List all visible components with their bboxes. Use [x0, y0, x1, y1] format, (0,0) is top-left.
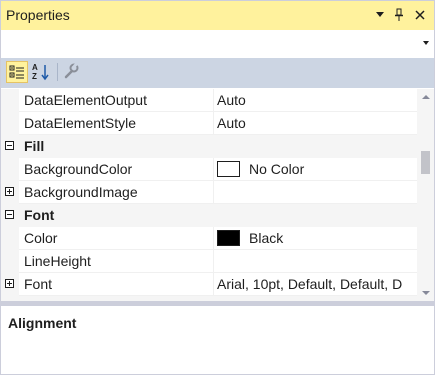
- properties-window: Properties A Z DataElementOutput Auto Da…: [0, 0, 435, 375]
- category-row-fill[interactable]: Fill: [1, 135, 417, 158]
- row-gutter: [1, 89, 19, 112]
- collapse-icon[interactable]: [5, 141, 14, 150]
- column-divider: [213, 250, 214, 273]
- row-gutter: [1, 158, 19, 181]
- svg-text:A: A: [32, 63, 38, 72]
- property-grid: DataElementOutput Auto DataElementStyle Aut…: [1, 89, 417, 301]
- property-name: LineHeight: [24, 253, 91, 269]
- row-gutter: [1, 112, 19, 135]
- categorized-icon: [9, 65, 24, 79]
- property-name: Font: [24, 276, 53, 292]
- column-divider: [213, 181, 214, 204]
- property-row-font[interactable]: Font Arial, 10pt, Default, Default, D: [1, 273, 417, 296]
- column-divider: [213, 227, 214, 250]
- wrench-icon: [64, 62, 79, 79]
- property-value[interactable]: Auto: [217, 112, 246, 134]
- column-divider: [213, 89, 214, 112]
- scroll-up-arrow-icon[interactable]: [422, 95, 430, 99]
- description-pane: Alignment: [1, 306, 434, 374]
- properties-toolbar: A Z: [1, 58, 434, 88]
- color-swatch: [217, 161, 240, 177]
- toolbar-separator: [57, 63, 58, 81]
- row-gutter: [1, 250, 19, 273]
- svg-text:Z: Z: [32, 72, 37, 81]
- expand-icon[interactable]: [5, 187, 14, 196]
- property-name: Color: [24, 230, 58, 246]
- object-selector-dropdown[interactable]: [1, 30, 434, 58]
- alphabetical-icon: A Z: [32, 63, 49, 81]
- close-icon: [415, 10, 425, 20]
- property-row-backgroundcolor[interactable]: BackgroundColor No Color: [1, 158, 417, 181]
- category-row-font[interactable]: Font: [1, 204, 417, 227]
- property-name: DataElementStyle: [24, 115, 137, 131]
- expand-icon[interactable]: [5, 279, 14, 288]
- chevron-down-icon: [376, 12, 384, 17]
- description-title: Alignment: [8, 315, 77, 331]
- property-pages-button[interactable]: [61, 61, 83, 83]
- property-value[interactable]: No Color: [249, 158, 304, 180]
- property-row-color[interactable]: Color Black: [1, 227, 417, 250]
- property-row-lineheight[interactable]: LineHeight: [1, 250, 417, 273]
- property-row-dataelementoutput[interactable]: DataElementOutput Auto: [1, 89, 417, 112]
- close-button[interactable]: [411, 5, 429, 25]
- scrollbar-thumb[interactable]: [421, 151, 430, 174]
- property-row-dataelementstyle[interactable]: DataElementStyle Auto: [1, 112, 417, 135]
- vertical-scrollbar[interactable]: [417, 89, 434, 301]
- title-bar[interactable]: Properties: [1, 1, 434, 30]
- color-swatch: [217, 230, 240, 246]
- collapse-icon[interactable]: [5, 210, 14, 219]
- property-name: DataElementOutput: [24, 92, 147, 108]
- window-title: Properties: [6, 7, 70, 23]
- scroll-down-arrow-icon[interactable]: [422, 291, 430, 295]
- category-label: Fill: [24, 138, 45, 154]
- window-position-dropdown-button[interactable]: [371, 5, 389, 25]
- pin-button[interactable]: [390, 5, 408, 25]
- chevron-down-icon: [423, 41, 429, 45]
- property-value[interactable]: Arial, 10pt, Default, Default, D: [217, 273, 402, 295]
- row-gutter: [1, 227, 19, 250]
- property-name: BackgroundColor: [24, 161, 133, 177]
- pin-icon: [395, 8, 403, 21]
- property-value[interactable]: Auto: [217, 89, 246, 111]
- property-row-backgroundimage[interactable]: BackgroundImage: [1, 181, 417, 204]
- alphabetical-button[interactable]: A Z: [30, 61, 52, 83]
- column-divider: [213, 112, 214, 135]
- categorized-button[interactable]: [6, 61, 28, 83]
- property-value[interactable]: Black: [249, 227, 283, 249]
- column-divider: [213, 273, 214, 296]
- category-label: Font: [24, 207, 55, 223]
- column-divider: [213, 158, 214, 181]
- property-name: BackgroundImage: [24, 184, 138, 200]
